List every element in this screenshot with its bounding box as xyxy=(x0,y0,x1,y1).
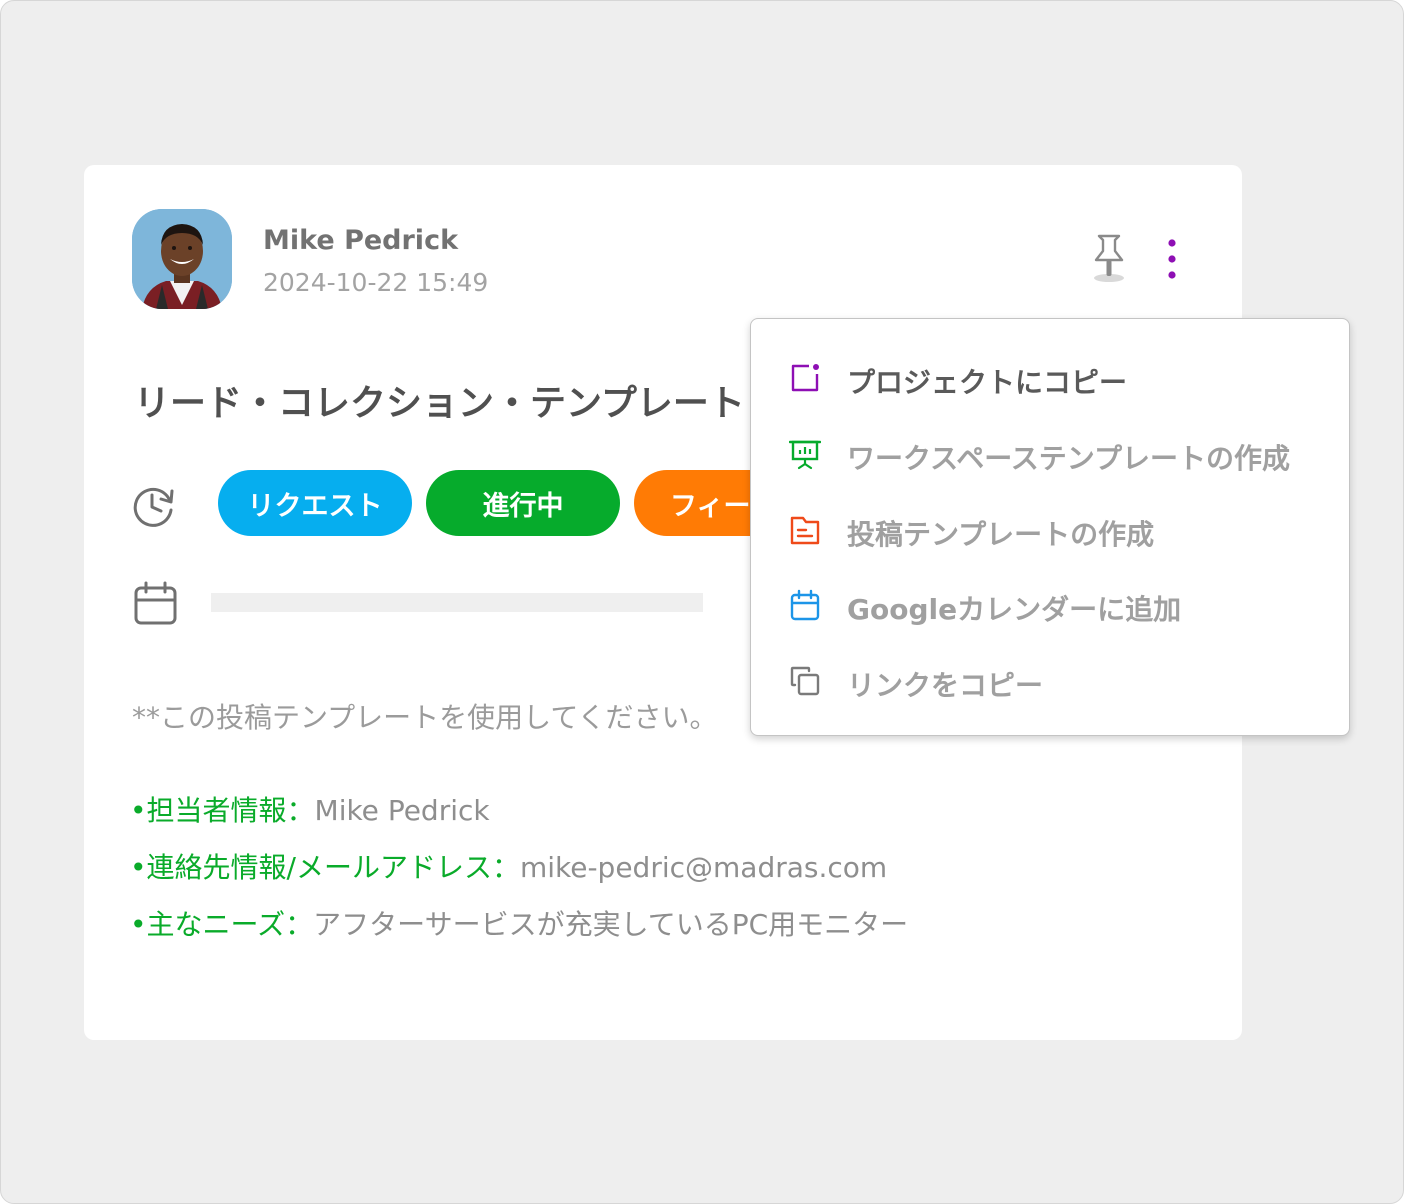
context-menu: プロジェクトにコピー ワークスペーステンプレートの作成 投稿テンプレートの作成 xyxy=(750,318,1350,736)
post-note: **この投稿テンプレートを使用してください。 xyxy=(132,701,718,734)
field-value: アフターサービスが充実しているPC用モニター xyxy=(313,908,909,941)
avatar-image xyxy=(132,209,232,309)
field-label: 担当者情報： xyxy=(146,794,315,827)
pin-icon xyxy=(1094,234,1124,282)
project-copy-icon xyxy=(791,364,819,392)
field-bullet: • xyxy=(130,908,147,941)
history-icon xyxy=(133,487,174,527)
author-name: Mike Pedrick xyxy=(263,225,459,256)
post-timestamp: 2024-10-22 15:49 xyxy=(263,268,489,297)
menu-item-label: Googleカレンダーに追加 xyxy=(847,593,1182,626)
calendar-icon xyxy=(790,589,820,621)
field-value: mike-pedric@madras.com xyxy=(519,851,888,884)
status-row-icon xyxy=(130,481,178,529)
app-frame: Mike Pedrick 2024-10-22 15:49 リード・コレクション… xyxy=(0,0,1404,1204)
post-title: リード・コレクション・テンプレート xyxy=(134,383,745,424)
menu-item-copy-link[interactable]: リンクをコピー xyxy=(751,651,1349,711)
menu-item-label: プロジェクトにコピー xyxy=(847,366,1128,399)
field-bullet: • xyxy=(130,794,147,827)
menu-item-create-workspace-template[interactable]: ワークスペーステンプレートの作成 xyxy=(751,424,1349,484)
menu-item-label: ワークスペーステンプレートの作成 xyxy=(847,442,1290,475)
date-row-icon xyxy=(132,579,180,627)
status-tag-request[interactable]: リクエスト xyxy=(218,470,412,536)
field-value: Mike Pedrick xyxy=(314,794,490,827)
calendar-icon xyxy=(134,581,177,625)
avatar[interactable] xyxy=(132,209,232,309)
field-label: 連絡先情報/メールアドレス： xyxy=(146,851,520,884)
status-tag-in-progress[interactable]: 進行中 xyxy=(426,470,620,536)
menu-item-copy-to-project[interactable]: プロジェクトにコピー xyxy=(751,348,1349,408)
more-vertical-icon xyxy=(1168,239,1176,279)
field-contact-email: •連絡先情報/メールアドレス：mike-pedric@madras.com xyxy=(130,846,887,886)
field-bullet: • xyxy=(130,851,147,884)
more-options-button[interactable] xyxy=(1156,235,1188,283)
presentation-board-icon xyxy=(789,440,821,470)
menu-item-create-post-template[interactable]: 投稿テンプレートの作成 xyxy=(751,500,1349,560)
copy-icon xyxy=(790,666,820,696)
menu-item-label: リンクをコピー xyxy=(847,669,1044,702)
menu-item-label: 投稿テンプレートの作成 xyxy=(847,518,1155,551)
field-contact-person: •担当者情報：Mike Pedrick xyxy=(130,789,490,829)
menu-item-add-google-calendar[interactable]: Googleカレンダーに追加 xyxy=(751,575,1349,635)
pin-button[interactable] xyxy=(1087,233,1131,285)
date-value-placeholder xyxy=(211,593,703,612)
field-label: 主なニーズ： xyxy=(146,908,314,941)
field-main-needs: •主なニーズ：アフターサービスが充実しているPC用モニター xyxy=(130,903,908,943)
folder-document-icon xyxy=(790,516,820,545)
